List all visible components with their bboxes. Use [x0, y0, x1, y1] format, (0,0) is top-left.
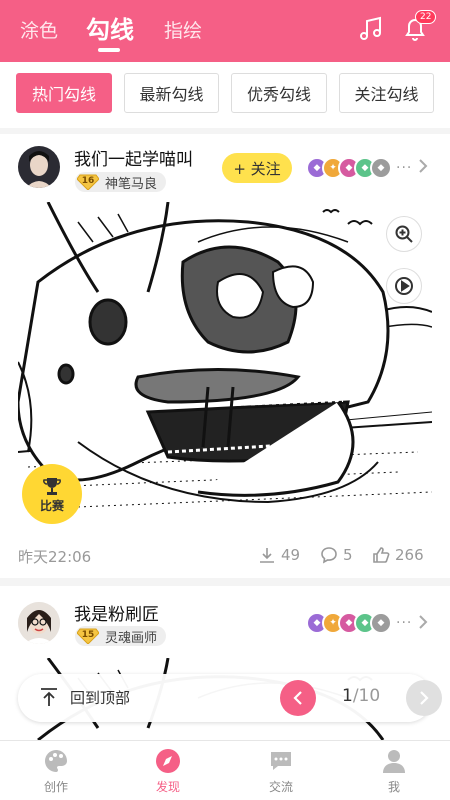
like-count-value: 266 — [395, 546, 424, 564]
nav-community[interactable]: 交流 — [241, 747, 321, 795]
user-title: 神笔马良 — [105, 176, 158, 192]
zoom-in-icon[interactable] — [386, 216, 422, 252]
badge-icon: ◆ — [370, 612, 392, 634]
username[interactable]: 我是粉刷匠 — [74, 600, 159, 625]
play-icon[interactable] — [386, 268, 422, 304]
username[interactable]: 我们一起学喵叫 — [74, 145, 193, 170]
compass-icon — [154, 747, 182, 775]
user-title: 灵魂画师 — [105, 630, 158, 646]
arrow-up-icon — [41, 688, 57, 706]
chevron-right-icon[interactable] — [418, 158, 428, 178]
comment-count[interactable]: 5 — [320, 546, 353, 564]
notification-badge: 22 — [415, 10, 437, 24]
page-indicator: 1/10 — [342, 686, 380, 706]
post-timestamp: 昨天22:06 — [18, 548, 92, 566]
filter-excellent[interactable]: 优秀勾线 — [231, 73, 327, 113]
contest-badge[interactable]: 比赛 — [22, 464, 82, 524]
artwork-image[interactable]: 比赛 — [18, 202, 432, 534]
level-gem-icon: 16 — [76, 174, 100, 191]
thumbs-up-icon — [373, 547, 390, 563]
palette-icon — [42, 747, 70, 775]
current-page: 1 — [342, 686, 353, 706]
back-to-top-button[interactable]: 回到顶部 — [38, 686, 130, 708]
person-icon — [380, 747, 408, 775]
filter-following[interactable]: 关注勾线 — [339, 73, 434, 113]
chat-icon — [267, 747, 295, 775]
nav-me[interactable]: 我 — [354, 747, 434, 795]
avatar[interactable] — [18, 146, 60, 188]
top-header: 涂色 勾线 指绘 22 — [0, 0, 450, 62]
nav-me-label: 我 — [387, 780, 400, 794]
nav-create-label: 创作 — [43, 780, 68, 794]
music-icon[interactable] — [356, 14, 386, 44]
like-count[interactable]: 266 — [372, 546, 424, 564]
follow-button[interactable]: + 关注 — [222, 153, 292, 183]
filter-latest[interactable]: 最新勾线 — [124, 73, 219, 113]
user-level-badge: 16 神笔马良 — [75, 172, 167, 192]
comment-icon — [321, 547, 337, 564]
next-page-button[interactable] — [406, 680, 442, 716]
download-icon — [260, 548, 274, 563]
filter-bar: 热门勾线 最新勾线 优秀勾线 关注勾线 — [0, 62, 450, 128]
level-number: 16 — [81, 176, 95, 186]
level-number: 15 — [81, 630, 95, 640]
download-count[interactable]: 49 — [258, 546, 300, 564]
nav-discover[interactable]: 发现 — [128, 747, 208, 795]
total-pages: /10 — [352, 686, 381, 706]
more-badges-indicator: ··· — [396, 160, 413, 176]
user-level-badge: 15 灵魂画师 — [75, 626, 167, 646]
post-card: 我们一起学喵叫 16 神笔马良 + 关注 ◆ ✦ ◆ ◆ ◆ ··· 比赛 昨天… — [0, 134, 450, 578]
previous-page-button[interactable] — [280, 680, 316, 716]
filter-hot[interactable]: 热门勾线 — [16, 73, 112, 113]
achievement-badges[interactable]: ◆ ✦ ◆ ◆ ◆ ··· — [306, 612, 412, 634]
tab-finger-painting[interactable]: 指绘 — [164, 16, 202, 43]
tab-coloring[interactable]: 涂色 — [20, 16, 58, 43]
bottom-navigation: 创作 发现 交流 我 — [0, 740, 450, 800]
achievement-badges[interactable]: ◆ ✦ ◆ ◆ ◆ ··· — [306, 157, 412, 179]
more-badges-indicator: ··· — [396, 615, 413, 631]
level-gem-icon: 15 — [76, 628, 100, 645]
nav-discover-label: 发现 — [155, 780, 180, 794]
avatar[interactable] — [18, 602, 60, 644]
download-count-value: 49 — [281, 546, 301, 564]
comment-count-value: 5 — [343, 546, 353, 564]
nav-create[interactable]: 创作 — [16, 747, 96, 795]
chevron-right-icon — [420, 691, 429, 705]
contest-label: 比赛 — [39, 498, 64, 513]
active-tab-indicator — [98, 48, 120, 52]
chevron-right-icon[interactable] — [418, 614, 428, 634]
badge-icon: ◆ — [370, 157, 392, 179]
tab-line-drawing[interactable]: 勾线 — [86, 10, 134, 45]
nav-community-label: 交流 — [268, 780, 293, 794]
back-to-top-label: 回到顶部 — [70, 688, 131, 707]
trophy-icon — [43, 477, 61, 495]
pager-bar: 回到顶部 1/10 — [18, 674, 442, 722]
chevron-left-icon — [293, 691, 302, 705]
